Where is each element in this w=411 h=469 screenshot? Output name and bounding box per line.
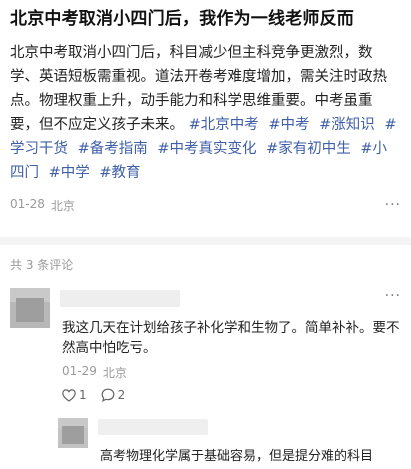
reply-button[interactable]: 2 bbox=[101, 388, 126, 402]
post-location: 北京 bbox=[50, 198, 75, 213]
post-date: 01-28 bbox=[10, 196, 45, 211]
comment-text: 我这几天在计划给孩子补化学和生物了。简单补补。要不然高中怕吃亏。 bbox=[62, 320, 400, 356]
hashtag[interactable]: #家有初中生 bbox=[266, 141, 351, 157]
more-dots-icon[interactable]: ··· bbox=[385, 198, 401, 212]
post-card: 北京中考取消小四门后，我作为一线老师反而 北京中考取消小四门后，科目减少但主科竞… bbox=[0, 0, 411, 185]
hashtag[interactable]: #备考指南 bbox=[78, 141, 148, 157]
hashtag[interactable]: #中考真实变化 bbox=[157, 141, 256, 157]
post-title: 北京中考取消小四门后，我作为一线老师反而 bbox=[10, 9, 354, 29]
comment-meta: 01-29 北京 bbox=[62, 364, 127, 381]
avatar[interactable] bbox=[58, 418, 88, 448]
post-body: 北京中考取消小四门后，科目减少但主科竞争更激烈，数学、英语短板需重视。道法开卷考… bbox=[10, 41, 401, 185]
hashtag[interactable]: #涨知识 bbox=[319, 117, 375, 133]
username-redacted[interactable] bbox=[60, 290, 180, 307]
hashtag[interactable]: #中考 bbox=[268, 117, 309, 133]
comment-bubble-icon bbox=[101, 388, 115, 402]
reply-text: 高考物理化学属于基础容易，但是提分难的科目 bbox=[100, 449, 374, 464]
like-button[interactable]: 1 bbox=[62, 388, 87, 402]
reply-count: 2 bbox=[117, 388, 126, 402]
comment-count: 共 3 条评论 bbox=[10, 258, 74, 272]
reply-item: 高考物理化学属于基础容易，但是提分难的科目 bbox=[58, 418, 401, 469]
comment-date: 01-29 bbox=[62, 364, 97, 378]
comment-location: 北京 bbox=[102, 366, 127, 380]
post-meta: 01-28 北京 ··· bbox=[10, 195, 401, 215]
hashtag[interactable]: #教育 bbox=[99, 165, 140, 181]
comment-actions: 1 2 bbox=[62, 388, 125, 402]
hashtag[interactable]: #北京中考 bbox=[189, 117, 259, 133]
like-count: 1 bbox=[79, 388, 87, 402]
heart-icon bbox=[62, 388, 76, 402]
more-dots-icon[interactable]: ··· bbox=[385, 289, 401, 303]
hashtag[interactable]: #中学 bbox=[49, 165, 90, 181]
section-divider bbox=[0, 237, 411, 245]
post-meta-text: 01-28 北京 bbox=[10, 197, 75, 214]
username-redacted[interactable] bbox=[98, 419, 208, 435]
avatar[interactable] bbox=[10, 288, 50, 328]
